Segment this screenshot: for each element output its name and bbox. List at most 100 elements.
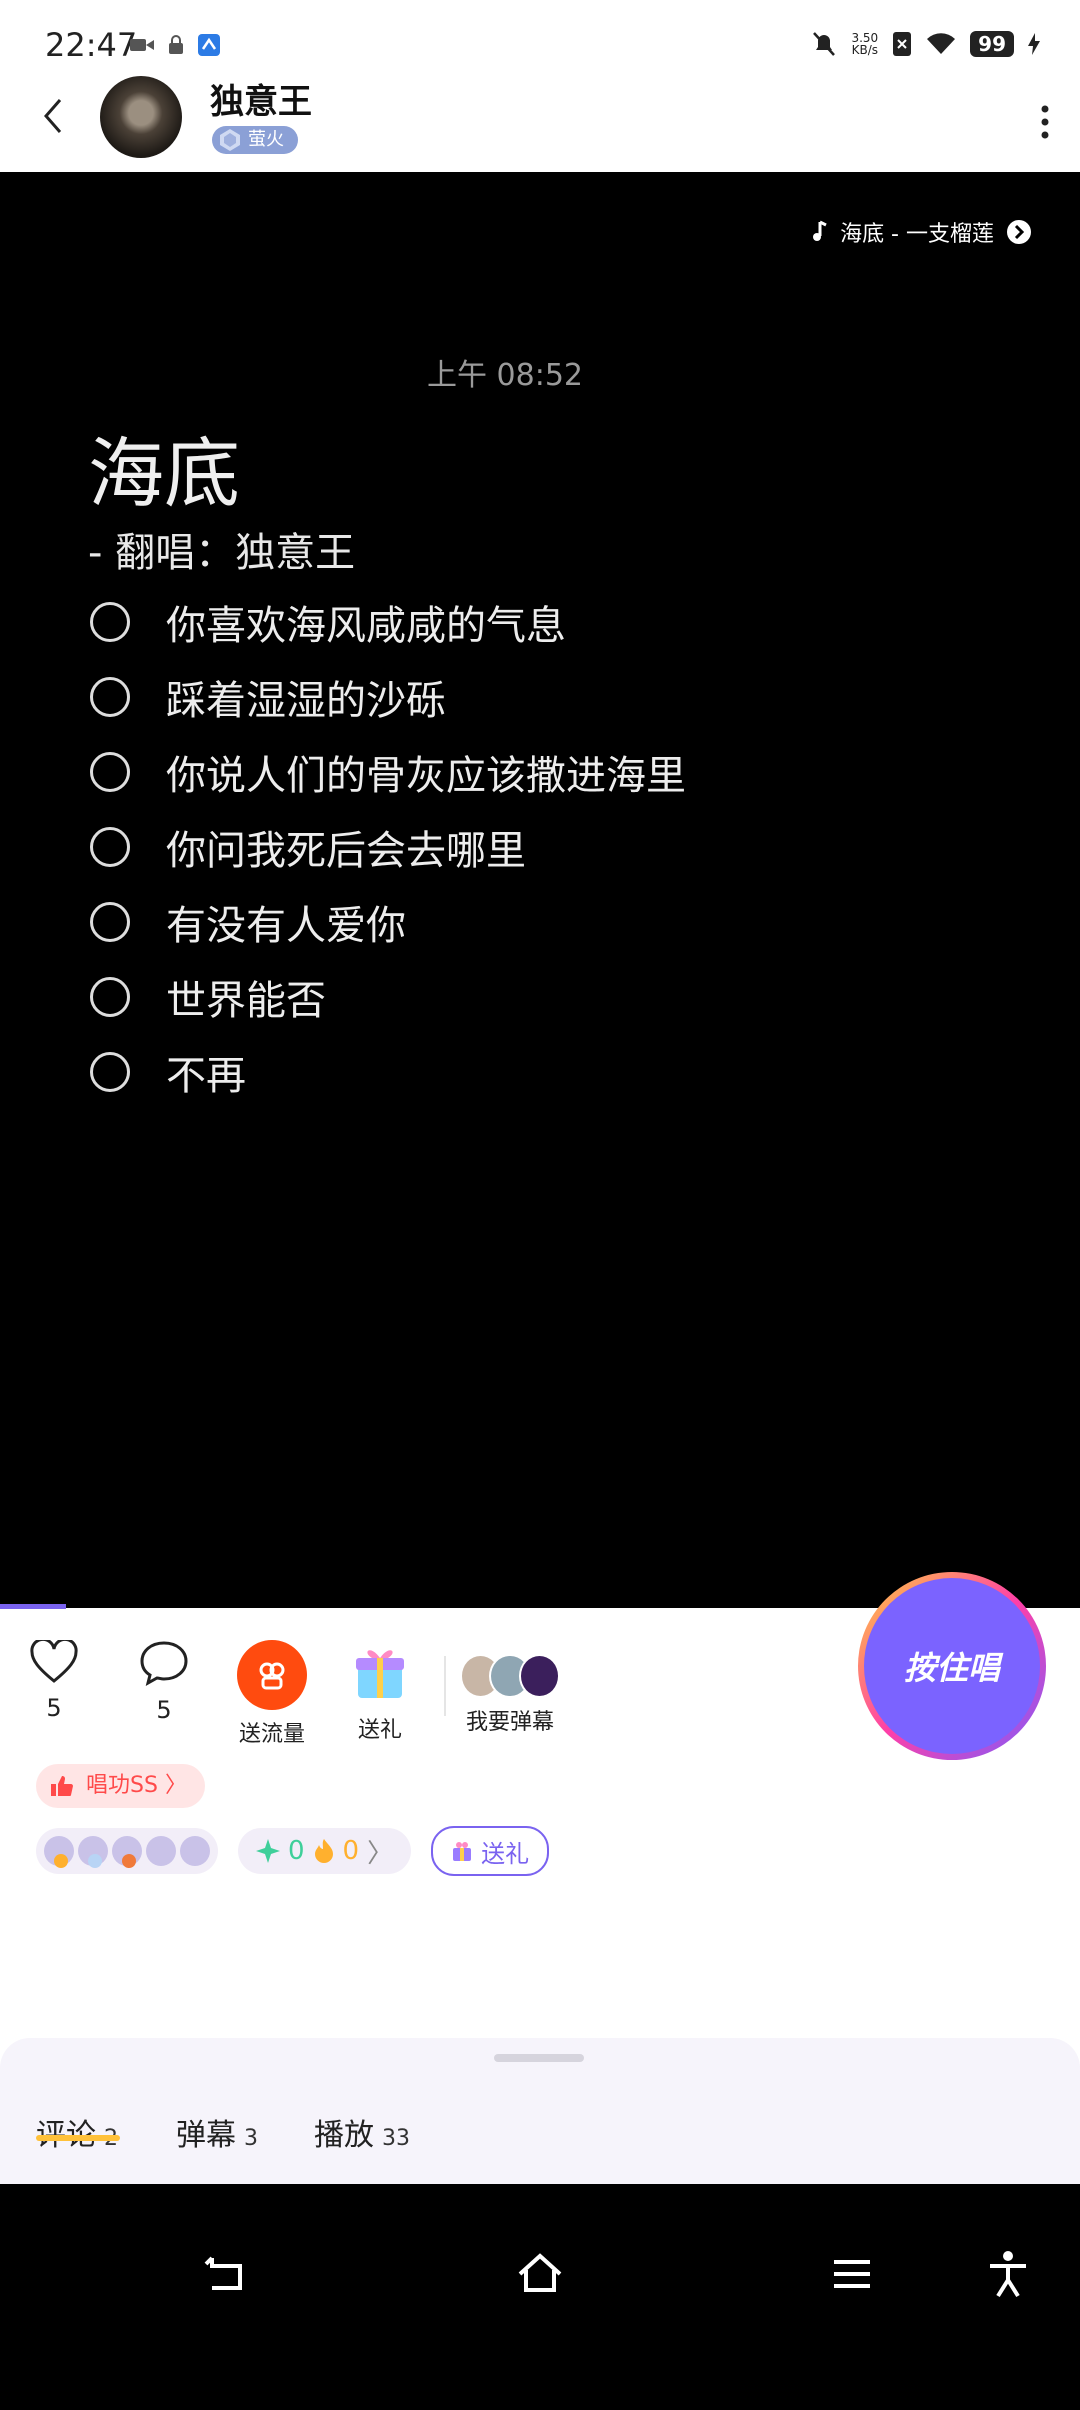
diamond-sparkle-icon: [256, 1839, 280, 1863]
username[interactable]: 独意王: [210, 74, 312, 123]
flame-count: 0: [342, 1836, 360, 1866]
danmaku-button[interactable]: 我要弹幕: [460, 1640, 560, 1736]
like-count: 5: [46, 1694, 62, 1722]
tab-plays-label: 播放: [314, 2118, 374, 2153]
lyric-line-text: 不再: [166, 1053, 246, 1099]
lyric-line-text: 你说人们的骨灰应该撒进海里: [166, 753, 686, 799]
tab-plays[interactable]: 播放 33: [314, 2110, 410, 2154]
back-nav-icon[interactable]: [196, 2244, 256, 2304]
sheet-drag-handle[interactable]: [494, 2054, 584, 2062]
lyric-line[interactable]: 不再: [90, 1042, 246, 1102]
lyric-line[interactable]: 有没有人爱你: [90, 892, 406, 952]
level-badge: 萤火: [212, 126, 298, 154]
lyric-line[interactable]: 你说人们的骨灰应该撒进海里: [90, 742, 686, 802]
status-right-icons: 3.50 KB/s 99: [811, 30, 1040, 58]
fan-icon: [146, 1836, 176, 1866]
lyrics-time: 上午 08:52: [427, 358, 583, 393]
avatar: [518, 1654, 560, 1698]
system-nav-bar: [0, 2184, 1080, 2410]
tab-danmaku-label: 弹幕: [176, 2118, 236, 2153]
lyric-line[interactable]: 世界能否: [90, 967, 326, 1027]
music-note-icon: [813, 220, 827, 241]
accessibility-icon[interactable]: [978, 2244, 1038, 2304]
lyric-line[interactable]: 你喜欢海风咸咸的气息: [90, 592, 566, 652]
sim-off-icon: [893, 32, 912, 56]
cover-artist-line: - 翻唱：独意王: [88, 530, 356, 576]
gift-icon: [453, 1842, 472, 1861]
send-traffic-label: 送流量: [238, 1722, 305, 1747]
profile-header: 独意王 萤火: [0, 60, 1080, 172]
lock-icon: [169, 35, 183, 54]
send-gift-pill-label: 送礼: [481, 1839, 530, 1868]
fans-pill[interactable]: [36, 1828, 218, 1874]
app-notification-icon: [198, 34, 220, 56]
chevron-right-circle-icon: [1007, 220, 1031, 244]
lyric-line[interactable]: 踩着湿湿的沙砾: [90, 667, 446, 727]
chevron-right-icon: 〉: [164, 1773, 187, 1798]
send-gift-pill[interactable]: 送礼: [431, 1826, 550, 1876]
lyric-line-text: 你问我死后会去哪里: [166, 828, 526, 874]
more-options-icon[interactable]: [1040, 104, 1050, 140]
lyrics-panel: 海底 - 一支榴莲 上午 08:52 海底 - 翻唱：独意王 你喜欢海风咸咸的气…: [0, 172, 1080, 1608]
comment-button[interactable]: 5: [114, 1640, 214, 1724]
checkbox-circle-icon[interactable]: [90, 827, 130, 867]
user-avatar[interactable]: [100, 76, 182, 158]
stats-row: 0 0 〉 送礼: [36, 1826, 550, 1876]
send-gift-button[interactable]: 送礼: [330, 1640, 430, 1744]
heart-icon: [30, 1637, 78, 1683]
singing-skill-badge[interactable]: 唱功SS 〉: [36, 1764, 205, 1808]
back-arrow-icon[interactable]: [38, 96, 68, 136]
checkbox-circle-icon[interactable]: [90, 1052, 130, 1092]
action-divider: [444, 1656, 446, 1716]
lyric-line-text: 世界能否: [166, 978, 326, 1024]
danmaku-avatars: [460, 1654, 560, 1698]
playback-progress-bar[interactable]: [0, 1604, 66, 1609]
lyric-line-text: 有没有人爱你: [166, 903, 406, 949]
checkbox-circle-icon[interactable]: [90, 977, 130, 1017]
like-button[interactable]: 5: [4, 1637, 104, 1722]
charging-icon: [1028, 33, 1040, 55]
lyric-line-text: 踩着湿湿的沙砾: [166, 678, 446, 724]
home-nav-icon[interactable]: [510, 2244, 570, 2304]
status-time: 22:47: [45, 26, 138, 64]
tab-danmaku[interactable]: 弹幕 3: [176, 2110, 258, 2154]
hold-to-sing-label: 按住唱: [864, 1578, 1040, 1754]
network-speed: 3.50 KB/s: [851, 32, 878, 56]
comment-bubble-icon: [140, 1641, 188, 1686]
thumbs-up-icon: [51, 1776, 73, 1796]
status-left-icons: [130, 34, 220, 56]
gift-box-icon: [356, 1650, 404, 1698]
lyric-line-text: 你喜欢海风咸咸的气息: [166, 603, 566, 649]
tab-comments[interactable]: 评论2: [36, 2110, 118, 2154]
checkbox-circle-icon[interactable]: [90, 902, 130, 942]
checkbox-circle-icon[interactable]: [90, 677, 130, 717]
fan-icon: [78, 1836, 108, 1868]
menu-nav-icon[interactable]: [822, 2244, 882, 2304]
network-speed-unit: KB/s: [851, 43, 878, 57]
battery-level: 99: [970, 31, 1014, 57]
traffic-icon: [237, 1640, 307, 1710]
danmaku-label: 我要弹幕: [465, 1710, 554, 1735]
checkbox-circle-icon[interactable]: [90, 602, 130, 642]
lyric-line[interactable]: 你问我死后会去哪里: [90, 817, 526, 877]
diamond-count: 0: [288, 1836, 305, 1866]
firefly-badge-icon: [220, 129, 240, 151]
video-camera-icon: [130, 39, 154, 51]
tab-plays-count: 33: [382, 2126, 410, 2151]
chevron-right-icon: 〉: [367, 1838, 394, 1869]
tab-danmaku-count: 3: [244, 2126, 258, 2151]
flame-icon: [314, 1839, 333, 1863]
active-tab-indicator: [36, 2135, 120, 2141]
fan-icon: [112, 1836, 142, 1868]
mute-bell-icon: [813, 32, 836, 56]
checkbox-circle-icon[interactable]: [90, 752, 130, 792]
now-playing[interactable]: 海底 - 一支榴莲: [812, 216, 1032, 248]
rewards-pill[interactable]: 0 0 〉: [238, 1828, 412, 1874]
fan-icon: [180, 1836, 210, 1866]
level-badge-label: 萤火: [248, 129, 284, 150]
send-gift-label: 送礼: [357, 1718, 402, 1743]
hold-to-sing-button[interactable]: 按住唱: [858, 1572, 1046, 1760]
singing-skill-label: 唱功SS: [86, 1773, 158, 1798]
send-traffic-button[interactable]: 送流量: [222, 1640, 322, 1748]
fan-icon: [44, 1836, 74, 1868]
